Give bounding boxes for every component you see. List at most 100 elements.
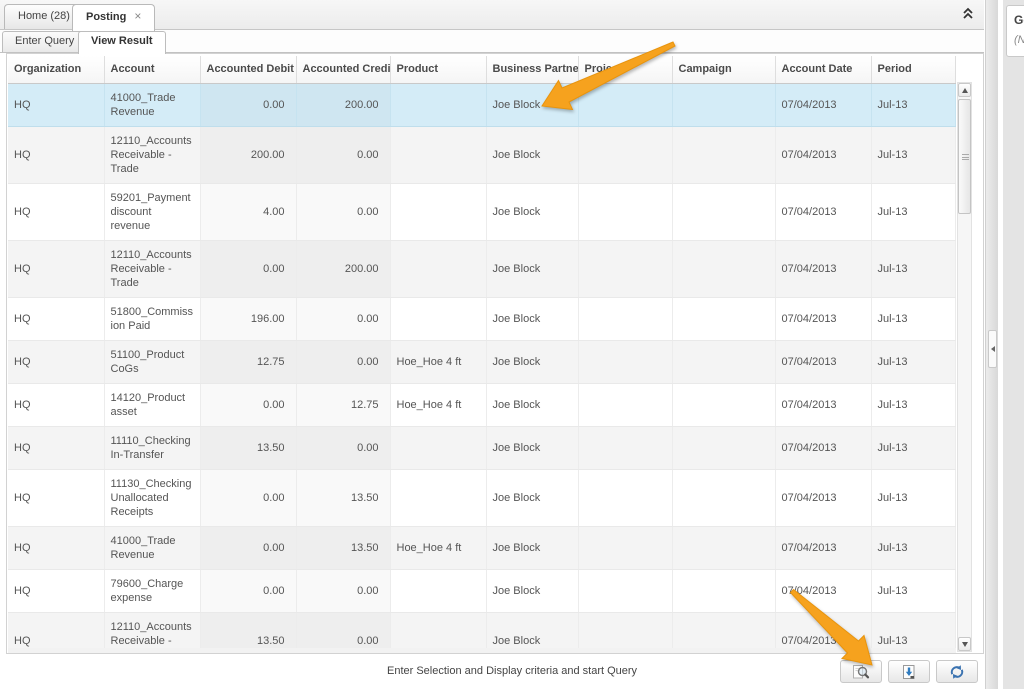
double-chevron-up-icon[interactable] [960,5,976,21]
cell-product [390,126,486,183]
status-buttons [840,660,978,683]
cell-period: Jul-13 [871,240,955,297]
table-row[interactable]: HQ 11110_Checking In-Transfer 13.50 0.00… [8,426,955,469]
cell-accounted-credit: 0.00 [296,340,390,383]
cell-accounted-credit: 0.00 [296,569,390,612]
cell-account: 12110_Accounts Receivable - Trade [104,240,200,297]
east-panel: Ge (No [998,0,1024,689]
cell-accounted-debit: 13.50 [200,426,296,469]
cell-organization: HQ [8,297,104,340]
cell-accounted-credit: 200.00 [296,83,390,126]
cell-product [390,297,486,340]
cell-organization: HQ [8,569,104,612]
column-header-accounted-credit[interactable]: Accounted Credit [296,56,390,83]
cell-business-partner: Joe Block [486,426,578,469]
vertical-scrollbar[interactable] [957,82,972,652]
panel-splitter[interactable] [985,0,998,689]
cell-accounted-credit: 0.00 [296,126,390,183]
table-row[interactable]: HQ 41000_Trade Revenue 0.00 200.00 Joe B… [8,83,955,126]
tab-view-result[interactable]: View Result [78,31,166,54]
zoom-button[interactable] [840,660,882,683]
cell-account-date: 07/04/2013 [775,569,871,612]
cell-accounted-credit: 0.00 [296,612,390,648]
cell-project [578,240,672,297]
refresh-button[interactable] [936,660,978,683]
cell-project [578,612,672,648]
cell-period: Jul-13 [871,469,955,526]
cell-campaign [672,383,775,426]
cell-project [578,469,672,526]
column-header-product[interactable]: Product [390,56,486,83]
cell-campaign [672,240,775,297]
cell-accounted-debit: 0.00 [200,469,296,526]
cell-account-date: 07/04/2013 [775,469,871,526]
cell-accounted-debit: 200.00 [200,126,296,183]
cell-account-date: 07/04/2013 [775,183,871,240]
table-row[interactable]: HQ 79600_Charge expense 0.00 0.00 Joe Bl… [8,569,955,612]
cell-account: 59201_Payment discount revenue [104,183,200,240]
column-header-period[interactable]: Period [871,56,955,83]
cell-accounted-debit: 0.00 [200,383,296,426]
tab-posting[interactable]: Posting× [72,4,155,31]
cell-campaign [672,426,775,469]
cell-period: Jul-13 [871,340,955,383]
cell-accounted-credit: 200.00 [296,240,390,297]
cell-organization: HQ [8,526,104,569]
column-header-organization[interactable]: Organization [8,56,104,83]
cell-accounted-debit: 196.00 [200,297,296,340]
table-row[interactable]: HQ 12110_Accounts Receivable - Trade 0.0… [8,240,955,297]
cell-account: 12110_Accounts Receivable - Trade [104,612,200,648]
cell-period: Jul-13 [871,526,955,569]
table-row[interactable]: HQ 12110_Accounts Receivable - Trade 13.… [8,612,955,648]
cell-account-date: 07/04/2013 [775,297,871,340]
cell-business-partner: Joe Block [486,126,578,183]
cell-period: Jul-13 [871,297,955,340]
column-header-account-date[interactable]: Account Date [775,56,871,83]
cell-business-partner: Joe Block [486,240,578,297]
cell-campaign [672,183,775,240]
export-button[interactable] [888,660,930,683]
splitter-handle-icon[interactable] [988,330,997,368]
status-message: Enter Selection and Display criteria and… [387,665,637,677]
table-row[interactable]: HQ 12110_Accounts Receivable - Trade 200… [8,126,955,183]
cell-account-date: 07/04/2013 [775,526,871,569]
scrollbar-thumb[interactable] [958,99,971,214]
scroll-up-arrow-icon[interactable] [958,83,971,97]
table-header-row: Organization Account Accounted Debit Acc… [8,56,955,83]
cell-business-partner: Joe Block [486,612,578,648]
cell-campaign [672,469,775,526]
scroll-down-arrow-icon[interactable] [958,637,971,651]
cell-accounted-debit: 0.00 [200,240,296,297]
posting-result-table: Organization Account Accounted Debit Acc… [8,56,956,648]
column-header-campaign[interactable]: Campaign [672,56,775,83]
table-row[interactable]: HQ 51800_Commission Paid 196.00 0.00 Joe… [8,297,955,340]
cell-account-date: 07/04/2013 [775,240,871,297]
table-row[interactable]: HQ 51100_Product CoGs 12.75 0.00 Hoe_Hoe… [8,340,955,383]
window-tab-bar: Home (28) Posting× [0,0,984,30]
column-header-business-partner[interactable]: Business Partner [486,56,578,83]
column-header-account[interactable]: Account [104,56,200,83]
close-icon[interactable]: × [134,9,141,23]
cell-accounted-credit: 0.00 [296,426,390,469]
table-row[interactable]: HQ 11130_Checking Unallocated Receipts 0… [8,469,955,526]
export-document-icon [901,664,917,680]
cell-accounted-debit: 12.75 [200,340,296,383]
column-header-project[interactable]: Project [578,56,672,83]
table-row[interactable]: HQ 41000_Trade Revenue 0.00 13.50 Hoe_Ho… [8,526,955,569]
cell-project [578,383,672,426]
cell-accounted-debit: 13.50 [200,612,296,648]
cell-campaign [672,612,775,648]
cell-business-partner: Joe Block [486,383,578,426]
table-row[interactable]: HQ 59201_Payment discount revenue 4.00 0… [8,183,955,240]
tab-enter-query[interactable]: Enter Query [2,31,87,52]
cell-campaign [672,340,775,383]
cell-business-partner: Joe Block [486,83,578,126]
table-row[interactable]: HQ 14120_Product asset 0.00 12.75 Hoe_Ho… [8,383,955,426]
column-header-accounted-debit[interactable]: Accounted Debit [200,56,296,83]
cell-period: Jul-13 [871,426,955,469]
cell-organization: HQ [8,469,104,526]
cell-account-date: 07/04/2013 [775,612,871,648]
cell-business-partner: Joe Block [486,469,578,526]
cell-product [390,612,486,648]
cell-account-date: 07/04/2013 [775,426,871,469]
